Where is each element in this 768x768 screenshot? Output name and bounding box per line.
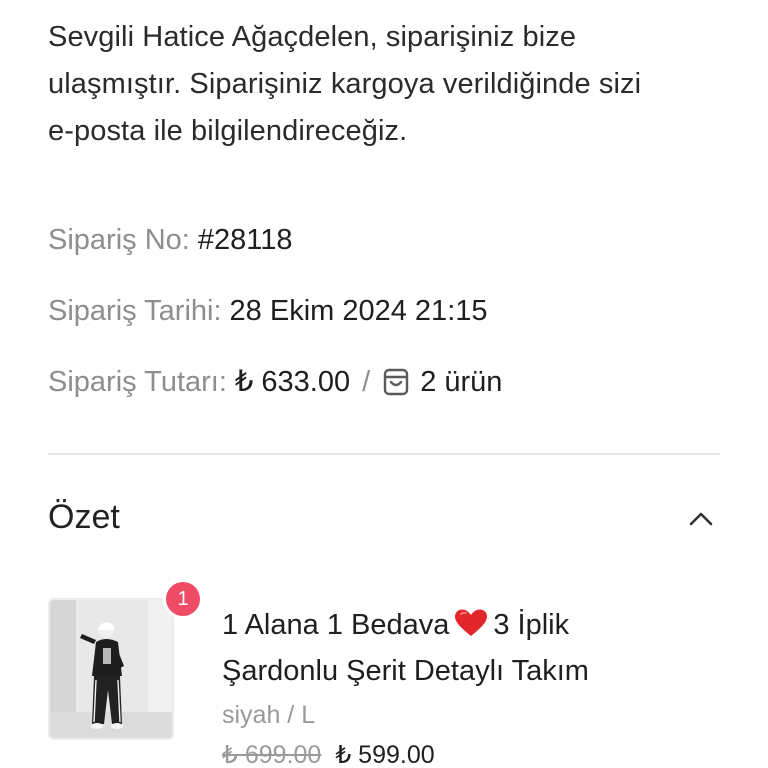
section-divider	[48, 453, 720, 455]
order-confirmation-page: Sevgili Hatice Ağaçdelen, siparişiniz bi…	[0, 0, 768, 768]
message-line-3: e-posta ile bilgilendireceğiz.	[48, 115, 408, 147]
order-number-row: Sipariş No: #28118	[48, 222, 292, 258]
order-date-value: 28 Ekim 2024 21:15	[229, 295, 488, 327]
red-heart-icon	[453, 606, 489, 636]
order-date-label: Sipariş Tarihi:	[48, 295, 222, 327]
order-total-row: Sipariş Tutarı: ₺ 633.00 / 2 ürün	[48, 364, 502, 400]
order-items-count: 2 ürün	[420, 366, 503, 398]
total-separator: /	[362, 366, 371, 398]
message-line-2: ulaşmıştır. Siparişiniz kargoya verildiğ…	[48, 68, 642, 100]
order-date-row: Sipariş Tarihi: 28 Ekim 2024 21:15	[48, 293, 488, 329]
summary-title: Özet	[48, 498, 120, 536]
product-image	[48, 598, 174, 740]
order-number-label: Sipariş No:	[48, 224, 190, 256]
quantity-badge: 1	[166, 582, 200, 616]
order-total-label: Sipariş Tutarı:	[48, 366, 227, 398]
product-title[interactable]: 1 Alana 1 Bedava 3 İplik Şardonlu Şerit …	[222, 602, 692, 694]
product-title-part-2: 3 İplik	[493, 609, 570, 641]
product-variant: siyah / L	[222, 701, 316, 729]
old-price: ₺ 699.00	[222, 741, 322, 768]
chevron-up-icon[interactable]	[686, 504, 716, 534]
product-prices: ₺ 699.00 ₺ 599.00	[222, 738, 435, 768]
order-number-value: #28118	[197, 224, 293, 256]
shopping-bag-icon	[382, 367, 410, 397]
confirmation-message: Sevgili Hatice Ağaçdelen, siparişiniz bi…	[48, 14, 718, 155]
product-title-line-2: Şardonlu Şerit Detaylı Takım	[222, 655, 589, 687]
message-line-1: Sevgili Hatice Ağaçdelen, siparişiniz bi…	[48, 21, 577, 53]
new-price: ₺ 599.00	[335, 741, 435, 768]
order-total-value: ₺ 633.00	[234, 366, 351, 398]
product-title-part-1: 1 Alana 1 Bedava	[222, 609, 450, 641]
summary-item[interactable]: 1 1 Alana 1 Bedava 3 İplik Şardonlu Şeri…	[48, 582, 720, 768]
product-title-line-1: 1 Alana 1 Bedava 3 İplik	[222, 602, 692, 648]
